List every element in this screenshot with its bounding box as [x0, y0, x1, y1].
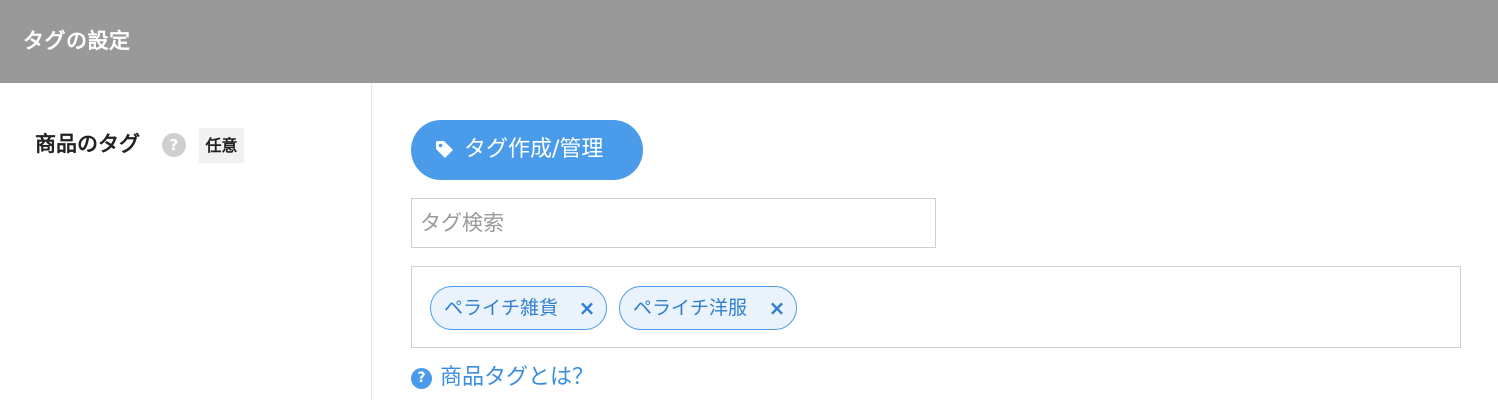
question-icon: ? — [411, 368, 432, 389]
question-icon[interactable]: ? — [162, 133, 186, 157]
tag-icon — [436, 141, 453, 158]
optional-badge: 任意 — [199, 128, 244, 163]
help-link-label: 商品タグとは？ — [440, 365, 595, 390]
tag-manage-button-label: タグ作成/管理 — [464, 137, 604, 162]
tag-chip: ペライチ洋服 × — [619, 286, 797, 330]
tag-chip-label: ペライチ雑貨 — [444, 297, 559, 319]
tag-chip-label: ペライチ洋服 — [633, 297, 748, 319]
close-icon[interactable]: × — [768, 294, 786, 322]
close-icon[interactable]: × — [578, 294, 596, 322]
section-title: タグの設定 — [23, 29, 131, 53]
tag-manage-button[interactable]: タグ作成/管理 — [411, 120, 643, 180]
tag-search-input[interactable] — [411, 198, 936, 248]
field-label: 商品のタグ — [35, 132, 140, 156]
selected-tags-box: ペライチ雑貨 × ペライチ洋服 × — [411, 266, 1461, 348]
tag-chip: ペライチ雑貨 × — [430, 286, 607, 330]
section-header: タグの設定 — [0, 0, 1498, 83]
column-divider — [371, 83, 372, 400]
